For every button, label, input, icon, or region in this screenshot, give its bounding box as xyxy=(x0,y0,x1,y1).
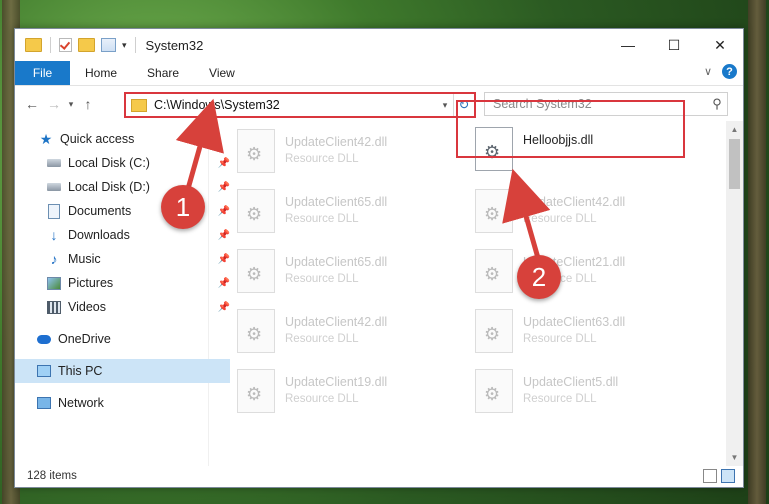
annotation-arrows xyxy=(175,98,551,259)
callout-1: 1 xyxy=(161,185,205,229)
arrow-to-dll-file xyxy=(502,168,551,259)
callout-2: 2 xyxy=(517,255,561,299)
arrow-to-address-bar xyxy=(175,98,224,197)
